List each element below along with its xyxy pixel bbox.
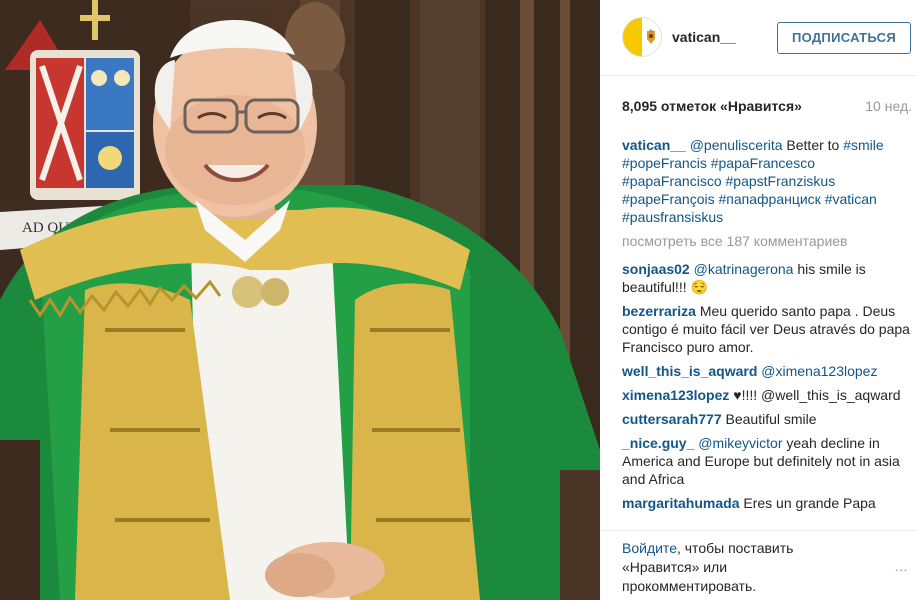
comments-list: vatican__ @penuliscerita Better to #smil… <box>622 136 912 518</box>
view-all-comments-link[interactable]: посмотреть все 187 комментариев <box>622 232 912 250</box>
post-author-username[interactable]: vatican__ <box>672 29 736 45</box>
comment-username[interactable]: cuttersarah777 <box>622 411 722 427</box>
comment-mention[interactable]: @katrinagerona <box>694 261 794 277</box>
login-link[interactable]: Войдите <box>622 540 677 556</box>
more-options-icon[interactable]: … <box>894 558 909 574</box>
login-prompt: Войдите, чтобы поставить «Нравится» или … <box>622 539 862 596</box>
comment-text: Eres un grande Papa <box>743 495 876 511</box>
follow-button[interactable]: ПОДПИСАТЬСЯ <box>777 22 911 54</box>
comment-username[interactable]: well_this_is_aqward <box>622 363 757 379</box>
caption-username[interactable]: vatican__ <box>622 137 686 153</box>
post-stats: 8,095 отметок «Нравится» 10 нед. <box>622 98 912 114</box>
comment-item: margaritahumada Eres un grande Papa <box>622 494 912 512</box>
post-photo[interactable]: AD QUEM <box>0 0 600 600</box>
comment-mention[interactable]: @ximena123lopez <box>761 363 877 379</box>
vatican-emblem-icon <box>647 29 655 44</box>
comment-item: ximena123lopez ♥!!!! @well_this_is_aqwar… <box>622 386 912 404</box>
post-sidebar: vatican__ ПОДПИСАТЬСЯ 8,095 отметок «Нра… <box>600 0 917 600</box>
comment-username[interactable]: sonjaas02 <box>622 261 690 277</box>
post-age[interactable]: 10 нед. <box>865 98 912 114</box>
comment-username[interactable]: ximena123lopez <box>622 387 729 403</box>
comment-username[interactable]: bezerrariza <box>622 303 696 319</box>
pope-photo-illustration: AD QUEM <box>0 0 600 600</box>
comment-text: Beautiful smile <box>725 411 817 427</box>
comment-username[interactable]: _nice.guy_ <box>622 435 694 451</box>
caption: vatican__ @penuliscerita Better to #smil… <box>622 136 912 226</box>
comment-text: ♥!!!! @well_this_is_aqward <box>733 387 901 403</box>
avatar[interactable] <box>622 17 662 57</box>
comment-item: cuttersarah777 Beautiful smile <box>622 410 912 428</box>
caption-text: Better to <box>786 137 840 153</box>
comment-item: bezerrariza Meu querido santo papa . Deu… <box>622 302 912 356</box>
likes-count[interactable]: 8,095 отметок «Нравится» <box>622 98 802 114</box>
comment-footer: Войдите, чтобы поставить «Нравится» или … <box>600 530 917 600</box>
comment-item: well_this_is_aqward @ximena123lopez <box>622 362 912 380</box>
comment-username[interactable]: margaritahumada <box>622 495 739 511</box>
post-header: vatican__ ПОДПИСАТЬСЯ <box>600 0 917 76</box>
comment-item: _nice.guy_ @mikeyvictor yeah decline in … <box>622 434 912 488</box>
caption-mention[interactable]: @penuliscerita <box>690 137 783 153</box>
comment-mention[interactable]: @mikeyvictor <box>698 435 782 451</box>
comment-item: sonjaas02 @katrinagerona his smile is be… <box>622 260 912 296</box>
